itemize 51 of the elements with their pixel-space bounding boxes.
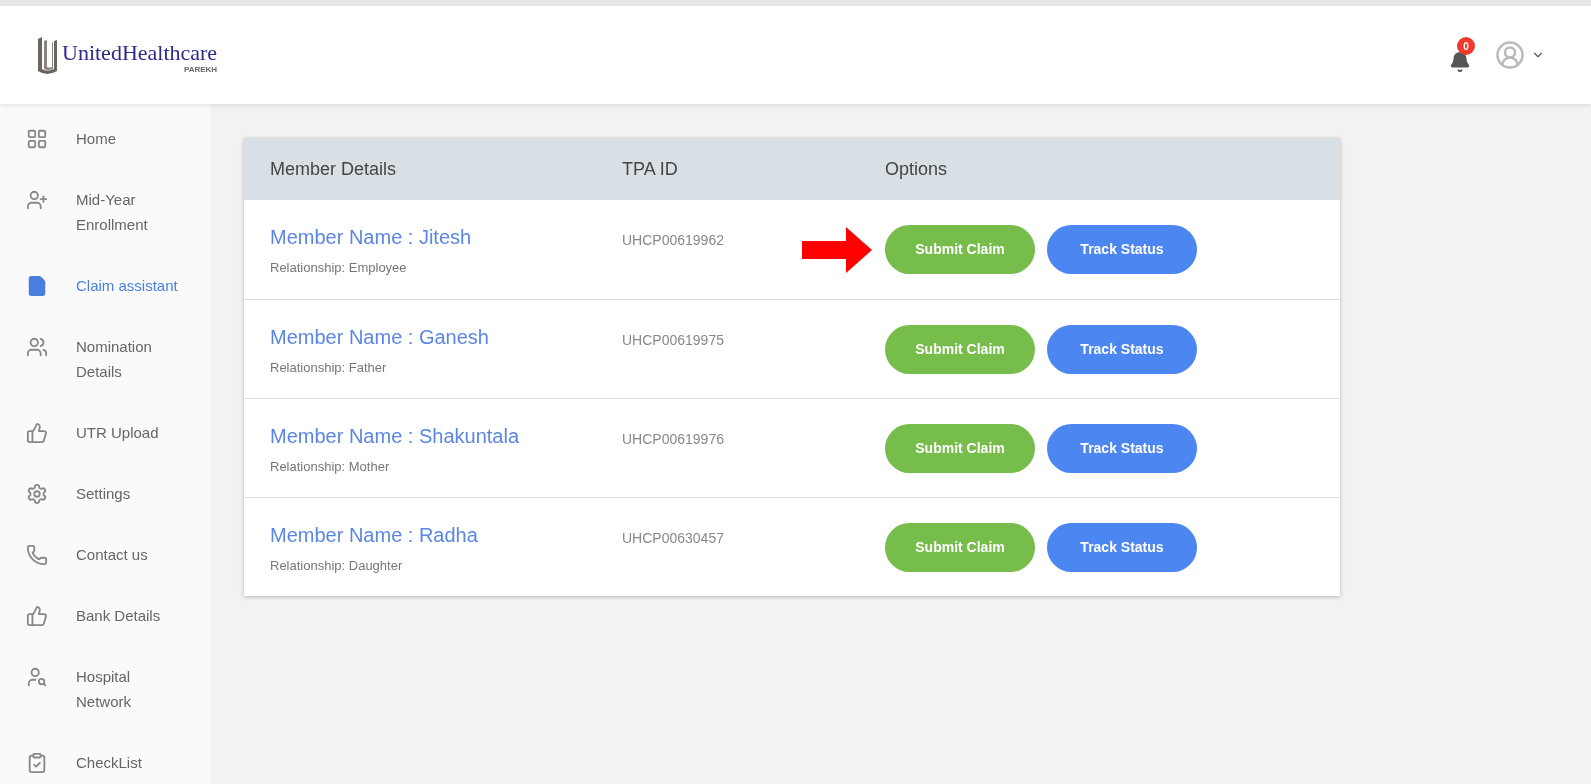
column-header: Options: [885, 157, 948, 181]
avatar-icon: [1495, 40, 1525, 70]
member-name: Member Name : Radha: [270, 523, 479, 548]
submit-claim-button[interactable]: Submit Claim: [885, 522, 1035, 572]
sidebar-item[interactable]: Claim assistant: [26, 273, 210, 298]
document-icon: [26, 275, 48, 297]
sidebar-item[interactable]: CheckList: [26, 750, 210, 775]
track-status-button[interactable]: Track Status: [1047, 423, 1197, 473]
sidebar-item[interactable]: UTR Upload: [26, 420, 210, 445]
sidebar-item[interactable]: Contact us: [26, 542, 210, 567]
tpa-id: UHCP00630457: [622, 530, 724, 546]
relationship-text: Relationship: Employee: [270, 259, 408, 277]
bell-icon: [1449, 51, 1471, 73]
notification-button[interactable]: 0: [1445, 37, 1475, 73]
thumbs-up-icon: [26, 605, 48, 627]
logo-icon: [36, 35, 58, 75]
settings-icon: [26, 483, 48, 505]
logo-text: UnitedHealthcare: [62, 41, 218, 65]
track-status-button[interactable]: Track Status: [1047, 225, 1197, 274]
tpa-id: UHCP00619976: [622, 431, 724, 447]
relationship-text: Relationship: Father: [270, 359, 388, 377]
grid-icon: [26, 128, 48, 150]
clipboard-icon: [26, 752, 48, 774]
profile-menu-button[interactable]: [1495, 40, 1545, 70]
member-name: Member Name : Shakuntala: [270, 424, 520, 449]
track-status-button[interactable]: Track Status: [1047, 522, 1197, 572]
notification-badge: 0: [1457, 37, 1475, 55]
add-user-icon: [26, 189, 48, 211]
relationship-text: Relationship: Mother: [270, 458, 391, 476]
logo-subtext: PAREKH: [183, 65, 218, 75]
tpa-id: UHCP00619975: [622, 332, 724, 348]
column-header: Member Details: [269, 157, 398, 181]
sidebar-item[interactable]: Hospital Network: [26, 664, 210, 714]
sidebar-item[interactable]: Home: [26, 126, 210, 151]
people-icon: [26, 336, 48, 358]
member-name: Member Name : Ganesh: [270, 325, 490, 350]
submit-claim-button[interactable]: Submit Claim: [885, 225, 1035, 274]
phone-icon: [26, 544, 48, 566]
tpa-id: UHCP00619962: [622, 232, 724, 248]
relationship-text: Relationship: Daughter: [270, 557, 404, 575]
sidebar-item[interactable]: Bank Details: [26, 603, 210, 628]
sidebar-item[interactable]: Nomination Details: [26, 334, 210, 384]
thumbs-up-icon: [26, 422, 48, 444]
member-name: Member Name : Jitesh: [270, 225, 473, 250]
sidebar-item[interactable]: Mid-Year Enrollment: [26, 187, 210, 237]
track-status-button[interactable]: Track Status: [1047, 324, 1197, 374]
user-search-icon: [26, 666, 48, 688]
submit-claim-button[interactable]: Submit Claim: [885, 423, 1035, 473]
column-header: TPA ID: [622, 157, 679, 181]
submit-claim-button[interactable]: Submit Claim: [885, 324, 1035, 374]
sidebar-item[interactable]: Settings: [26, 481, 210, 506]
